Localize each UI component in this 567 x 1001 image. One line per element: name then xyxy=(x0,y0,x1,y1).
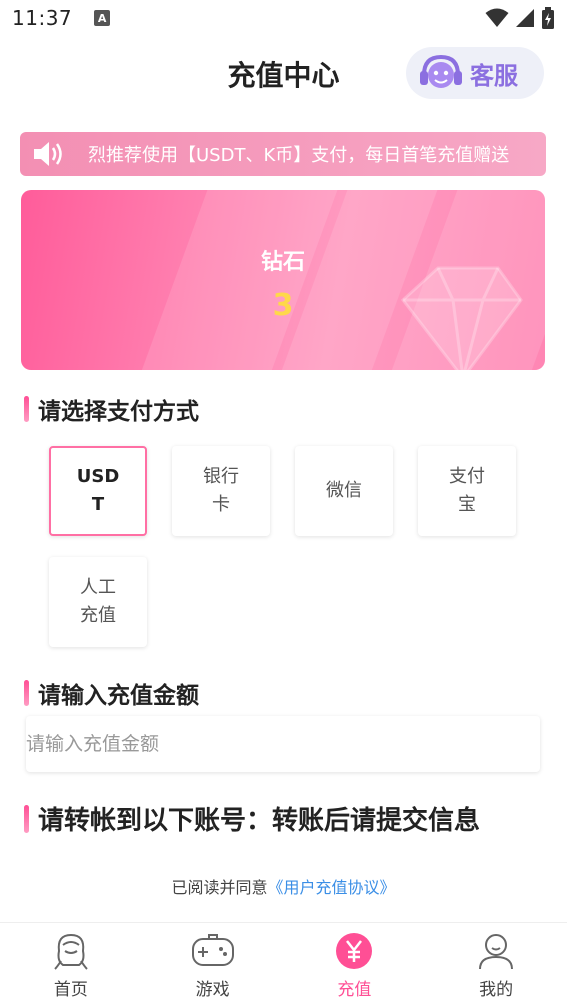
bottom-nav: 首页 游戏 充值 我的 xyxy=(0,922,567,1001)
headset-icon xyxy=(420,54,462,88)
nav-label-profile: 我的 xyxy=(479,980,514,1000)
balance-label: 钻石 xyxy=(260,250,305,275)
balance-card: 钻石 3 xyxy=(21,190,545,370)
status-time: 11:37 xyxy=(12,6,73,30)
user-icon xyxy=(474,931,518,971)
notification-badge-icon: A xyxy=(94,10,111,26)
agreement: 已阅读并同意《用户充值协议》 xyxy=(0,874,567,898)
agreement-prefix: 已阅读并同意 xyxy=(171,878,268,897)
nav-item-recharge[interactable]: 充值 xyxy=(284,923,426,1001)
payment-option-alipay[interactable]: 支付宝 xyxy=(418,446,516,536)
customer-service-label: 客服 xyxy=(470,61,518,90)
nav-label-recharge: 充值 xyxy=(337,980,372,1000)
agreement-link[interactable]: 《用户充值协议》 xyxy=(268,878,396,897)
signal-icon xyxy=(516,9,534,27)
customer-service-button[interactable]: 客服 xyxy=(406,47,544,99)
status-icons xyxy=(485,7,555,29)
yuan-icon xyxy=(332,931,376,971)
payment-option-wechat[interactable]: 微信 xyxy=(295,446,393,536)
nav-item-profile[interactable]: 我的 xyxy=(425,923,567,1001)
nav-item-games[interactable]: 游戏 xyxy=(142,923,284,1001)
gamepad-icon xyxy=(191,931,235,971)
amount-section-title: 请输入充值金额 xyxy=(24,676,199,710)
payment-section-title: 请选择支付方式 xyxy=(24,392,199,426)
transfer-section-title: 请转帐到以下账号：转账后请提交信息 xyxy=(24,800,480,837)
hidden-section-title xyxy=(24,852,184,860)
nav-label-games: 游戏 xyxy=(195,980,230,1000)
wifi-icon xyxy=(485,8,509,27)
payment-option-bank-card[interactable]: 银行卡 xyxy=(172,446,270,536)
nav-item-home[interactable]: 首页 xyxy=(0,923,142,1001)
header: 充值中心 客服 xyxy=(0,40,567,110)
payment-option-manual[interactable]: 人工充值 xyxy=(49,557,147,647)
balance-value: 3 xyxy=(272,288,294,323)
status-bar: 11:37 A xyxy=(0,0,567,36)
notice-text: 烈推荐使用【USDT、K币】支付，每日首笔充值赠送 xyxy=(88,145,510,166)
nav-label-home: 首页 xyxy=(53,980,88,1000)
speaker-icon xyxy=(20,132,80,176)
payment-option-usdt[interactable]: USDT xyxy=(49,446,147,536)
battery-icon xyxy=(542,7,554,29)
amount-field xyxy=(26,716,540,772)
notice-marquee: 烈推荐使用【USDT、K币】支付，每日首笔充值赠送 xyxy=(20,132,546,176)
home-icon xyxy=(49,931,93,971)
amount-input[interactable] xyxy=(26,716,540,772)
